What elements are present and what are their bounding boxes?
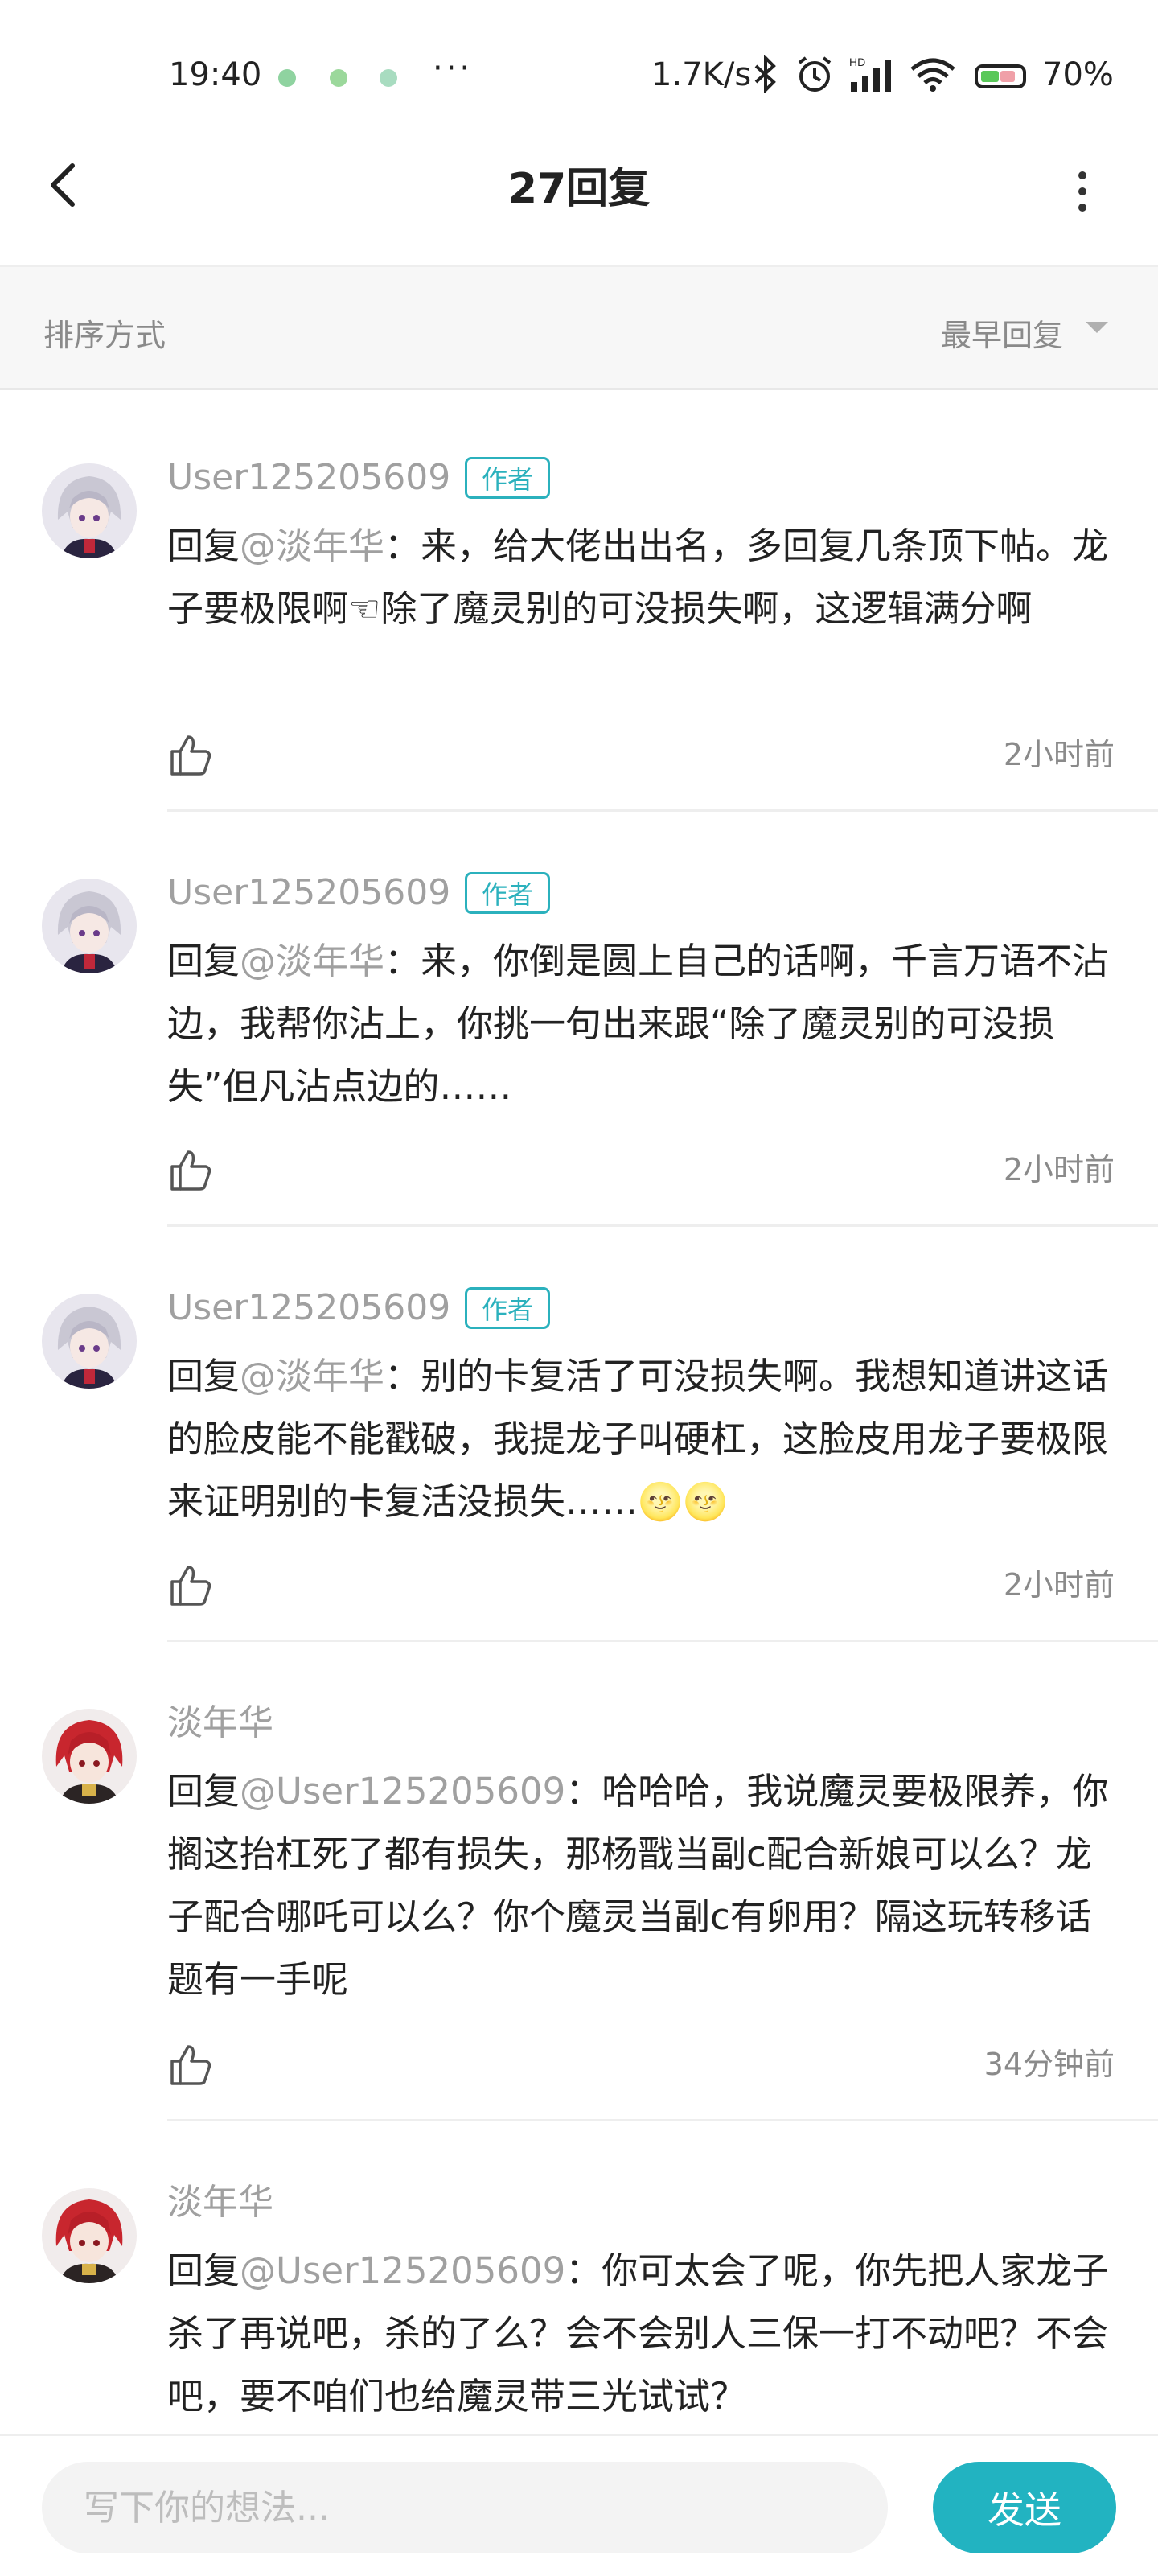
signal-icon: HD — [849, 55, 899, 104]
comment-body: 回复@淡年华：来，你倒是圆上自己的话啊，千言万语不沾边，我帮你沾上，你挑一句出来… — [167, 930, 1116, 1118]
avatar[interactable] — [42, 2188, 137, 2283]
mention-link[interactable]: @淡年华 — [240, 1355, 384, 1397]
comment-body: 回复@User125205609：你可太会了呢，你先把人家龙子杀了再说吧，杀的了… — [167, 2240, 1116, 2428]
send-button[interactable]: 发送 — [933, 2462, 1116, 2553]
comment-input[interactable] — [42, 2462, 888, 2553]
avatar[interactable] — [42, 1709, 137, 1804]
mention-link[interactable]: @淡年华 — [240, 525, 384, 567]
svg-text:HD: HD — [849, 56, 865, 68]
status-time: 19:40 — [169, 56, 262, 93]
reply-prefix: 回复 — [167, 1770, 240, 1813]
avatar[interactable] — [42, 463, 137, 558]
network-speed: 1.7K/s — [651, 56, 752, 93]
sort-label: 排序方式 — [43, 318, 166, 353]
mention-link[interactable]: @User125205609 — [240, 2249, 565, 2292]
divider — [167, 2119, 1158, 2121]
comment-author[interactable]: 淡年华 — [167, 1699, 273, 1747]
status-bar: 19:40 ··· 1.7K/s HD 70% — [0, 0, 1158, 153]
reply-prefix: 回复 — [167, 2249, 240, 2292]
thumbs-up-icon — [170, 2045, 211, 2085]
like-button[interactable] — [167, 1147, 212, 1192]
page-title: 27回复 — [507, 165, 651, 213]
sort-dropdown[interactable]: 最早回复 — [941, 311, 1063, 355]
like-button[interactable] — [167, 1562, 212, 1607]
comment-author[interactable]: User125205609 — [167, 1284, 450, 1332]
comment-time: 2小时前 — [1003, 737, 1115, 772]
notification-icon — [330, 69, 347, 87]
comment-body: 回复@淡年华：别的卡复活了可没损失啊。我想知道讲这话的脸皮能不能戳破，我提龙子叫… — [167, 1345, 1116, 1533]
author-badge: 作者 — [465, 1287, 551, 1329]
wifi-icon — [909, 55, 957, 104]
more-options-button[interactable] — [1060, 169, 1105, 214]
notification-icon — [278, 69, 296, 87]
avatar[interactable] — [42, 1294, 137, 1389]
alarm-icon — [795, 55, 835, 104]
notification-icon — [380, 69, 397, 87]
reply-prefix: 回复 — [167, 940, 240, 982]
author-badge: 作者 — [465, 872, 551, 914]
comment-time: 2小时前 — [1003, 1152, 1115, 1187]
comment-time: 34分钟前 — [983, 2047, 1115, 2082]
comment-body: 回复@User125205609：哈哈哈，我说魔灵要极限养，你搁这抬杠死了都有损… — [167, 1760, 1116, 2011]
caret-down-icon[interactable] — [1086, 322, 1108, 333]
battery-icon — [975, 64, 1026, 88]
thumbs-up-icon — [170, 735, 211, 776]
comment-author[interactable]: 淡年华 — [167, 2179, 273, 2227]
divider — [167, 1224, 1158, 1227]
divider — [167, 809, 1158, 812]
comment-time: 2小时前 — [1003, 1567, 1115, 1603]
comment-author[interactable]: User125205609 — [167, 869, 450, 917]
divider — [167, 1640, 1158, 1642]
like-button[interactable] — [167, 732, 212, 777]
mention-link[interactable]: @User125205609 — [240, 1770, 565, 1813]
reply-prefix: 回复 — [167, 525, 240, 567]
bluetooth-icon — [751, 54, 780, 102]
thumbs-up-icon — [170, 1150, 211, 1191]
comment-author[interactable]: User125205609 — [167, 454, 450, 502]
battery-percent: 70% — [1042, 56, 1114, 93]
more-notifications-icon: ··· — [433, 50, 474, 87]
mention-link[interactable]: @淡年华 — [240, 940, 384, 982]
avatar[interactable] — [42, 879, 137, 973]
author-badge: 作者 — [465, 457, 551, 499]
more-vertical-icon — [1078, 171, 1086, 212]
like-button[interactable] — [167, 2042, 212, 2087]
reply-prefix: 回复 — [167, 1355, 240, 1397]
comment-body: 回复@淡年华：来，给大佬出出名，多回复几条顶下帖。龙子要极限啊☜除了魔灵别的可没… — [167, 515, 1116, 640]
thumbs-up-icon — [170, 1566, 211, 1606]
